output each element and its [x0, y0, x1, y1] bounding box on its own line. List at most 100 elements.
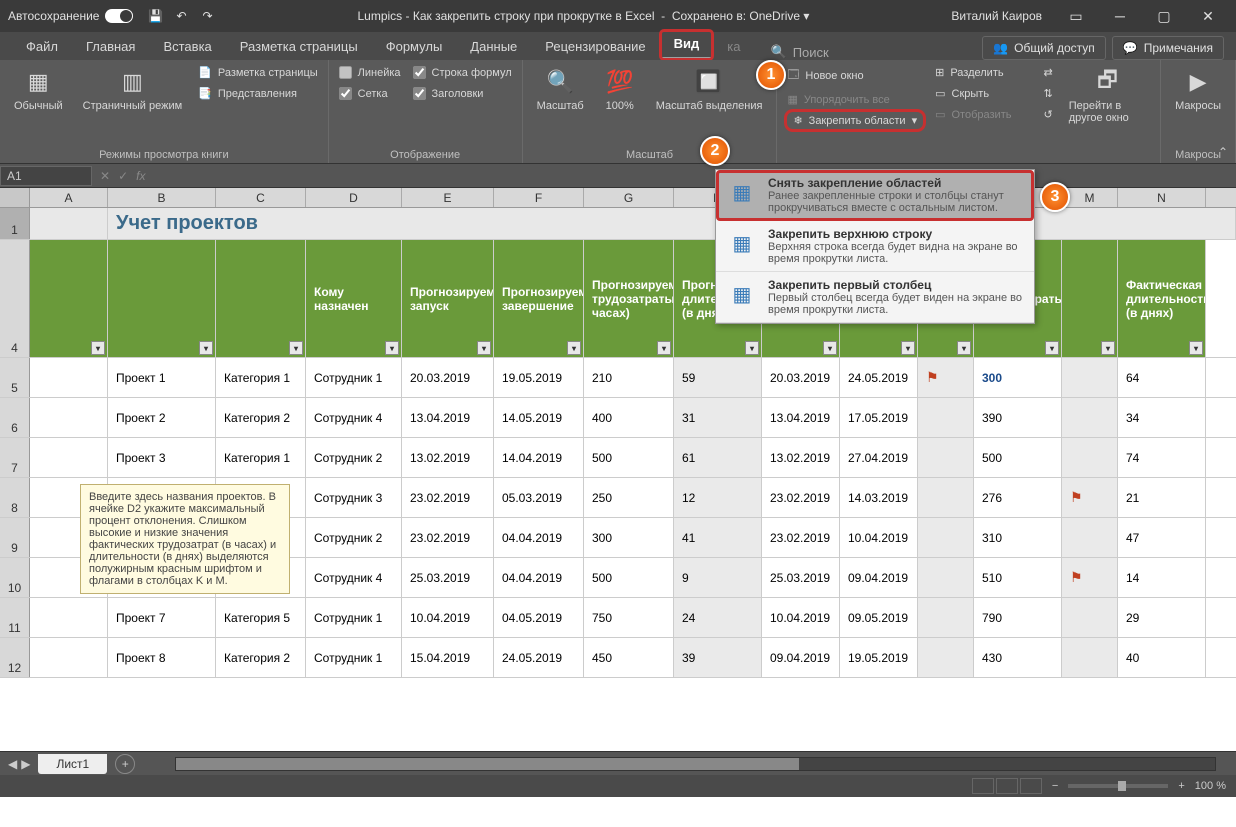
name-box[interactable]: A1	[0, 166, 92, 186]
cell[interactable]: 15.04.2019	[402, 638, 494, 677]
cell[interactable]: 64	[1118, 358, 1206, 397]
sheet-prev-icon[interactable]: ◀	[8, 757, 17, 771]
cell[interactable]: 450	[584, 638, 674, 677]
autosave-toggle[interactable]	[105, 9, 133, 23]
cell[interactable]: 29	[1118, 598, 1206, 637]
cell[interactable]: Проект 3	[108, 438, 216, 477]
cell[interactable]: Сотрудник 1	[306, 638, 402, 677]
horizontal-scrollbar[interactable]	[175, 757, 1216, 771]
cell[interactable]: 10.04.2019	[402, 598, 494, 637]
row-header[interactable]: 5	[0, 358, 30, 397]
cell[interactable]	[1062, 358, 1118, 397]
cell[interactable]: 23.02.2019	[762, 518, 840, 557]
freeze-top-row-item[interactable]: ▦ Закрепить верхнюю строкуВерхняя строка…	[716, 221, 1034, 272]
cell[interactable]: 41	[674, 518, 762, 557]
cell[interactable]: 510	[974, 558, 1062, 597]
cell[interactable]: 750	[584, 598, 674, 637]
row-header[interactable]: 11	[0, 598, 30, 637]
col-header-B[interactable]: B	[108, 188, 216, 207]
cell[interactable]: 13.02.2019	[762, 438, 840, 477]
hide-button[interactable]: ▭ Скрыть	[935, 85, 1011, 102]
cell[interactable]: 09.04.2019	[762, 638, 840, 677]
tab-file[interactable]: Файл	[12, 33, 72, 60]
minimize-icon[interactable]: ─	[1100, 2, 1140, 30]
pagebreak-view-icon[interactable]	[1020, 778, 1042, 794]
comments-button[interactable]: 💬 Примечания	[1112, 36, 1224, 60]
ribbon-display-icon[interactable]: ▭	[1056, 2, 1096, 30]
compare-icon[interactable]: ⇅	[1043, 85, 1052, 102]
arrange-button[interactable]: ▦ Упорядочить все	[787, 91, 923, 108]
tab-data[interactable]: Данные	[456, 33, 531, 60]
filter-icon[interactable]: ▾	[823, 341, 837, 355]
cell[interactable]	[918, 518, 974, 557]
cell[interactable]	[30, 358, 108, 397]
col-header-E[interactable]: E	[402, 188, 494, 207]
reset-pos-icon[interactable]: ↺	[1043, 106, 1052, 123]
save-icon[interactable]: 💾	[147, 8, 163, 24]
cell[interactable]: 14.04.2019	[494, 438, 584, 477]
close-icon[interactable]: ✕	[1188, 2, 1228, 30]
cell[interactable]: 09.05.2019	[840, 598, 918, 637]
cell[interactable]: 59	[674, 358, 762, 397]
cell[interactable]: 31	[674, 398, 762, 437]
cell[interactable]: 10.04.2019	[762, 598, 840, 637]
collapse-ribbon-icon[interactable]: ⌃	[1218, 145, 1228, 159]
cell[interactable]: 24.05.2019	[494, 638, 584, 677]
cell[interactable]: 10.04.2019	[840, 518, 918, 557]
cell[interactable]: 300	[584, 518, 674, 557]
row-header[interactable]: 8	[0, 478, 30, 517]
formula-bar-checkbox[interactable]: Строка формул	[413, 64, 512, 81]
cell[interactable]	[30, 598, 108, 637]
cell[interactable]: 13.04.2019	[762, 398, 840, 437]
cell[interactable]: 24	[674, 598, 762, 637]
cell[interactable]: ⚑	[1062, 558, 1118, 597]
cell[interactable]: Сотрудник 1	[306, 598, 402, 637]
cell[interactable]: 12	[674, 478, 762, 517]
cell[interactable]: Проект 2	[108, 398, 216, 437]
freeze-panes-button[interactable]: ❄ Закрепить области ▾	[787, 112, 923, 129]
cell[interactable]: 9	[674, 558, 762, 597]
cell[interactable]	[918, 598, 974, 637]
cell[interactable]: 25.03.2019	[762, 558, 840, 597]
add-sheet-button[interactable]: +	[115, 754, 135, 774]
cell[interactable]: Категория 5	[216, 598, 306, 637]
cell[interactable]: 13.04.2019	[402, 398, 494, 437]
table-row[interactable]: 7Проект 3Категория 1Сотрудник 213.02.201…	[0, 438, 1236, 478]
cell[interactable]: Сотрудник 3	[306, 478, 402, 517]
sheet-title-cell[interactable]: Учет проектов	[108, 208, 1236, 239]
autosave[interactable]: Автосохранение	[8, 9, 133, 23]
zoom-selection-button[interactable]: 🔲Масштаб выделения	[652, 64, 767, 114]
cell[interactable]: Категория 1	[216, 438, 306, 477]
cell[interactable]: 500	[584, 438, 674, 477]
cell[interactable]: 47	[1118, 518, 1206, 557]
cell[interactable]: Сотрудник 2	[306, 518, 402, 557]
zoom-button[interactable]: 🔍Масштаб	[533, 64, 588, 114]
cell[interactable]: 790	[974, 598, 1062, 637]
tab-review[interactable]: Рецензирование	[531, 33, 659, 60]
cell[interactable]	[918, 558, 974, 597]
table-row[interactable]: 6Проект 2Категория 2Сотрудник 413.04.201…	[0, 398, 1236, 438]
cell[interactable]	[918, 478, 974, 517]
filter-icon[interactable]: ▾	[477, 341, 491, 355]
filter-icon[interactable]: ▾	[1189, 341, 1203, 355]
freeze-first-col-item[interactable]: ▦ Закрепить первый столбецПервый столбец…	[716, 272, 1034, 323]
cell[interactable]: 276	[974, 478, 1062, 517]
tab-home[interactable]: Главная	[72, 33, 149, 60]
filter-icon[interactable]: ▾	[385, 341, 399, 355]
cell[interactable]: 34	[1118, 398, 1206, 437]
gridlines-checkbox[interactable]: Сетка	[339, 85, 401, 102]
cell[interactable]: 390	[974, 398, 1062, 437]
col-header-N[interactable]: N	[1118, 188, 1206, 207]
cell[interactable]	[1062, 518, 1118, 557]
cell[interactable]: 17.05.2019	[840, 398, 918, 437]
cell[interactable]: Категория 2	[216, 638, 306, 677]
cell[interactable]	[918, 438, 974, 477]
cell[interactable]: 04.04.2019	[494, 518, 584, 557]
sync-scroll-icon[interactable]: ⇄	[1043, 64, 1052, 81]
cell[interactable]: 25.03.2019	[402, 558, 494, 597]
spreadsheet-grid[interactable]: A B C D E F G H I J K L M N 1 Учет проек…	[0, 188, 1236, 751]
cell[interactable]: 19.05.2019	[840, 638, 918, 677]
cell[interactable]: 40	[1118, 638, 1206, 677]
search-box[interactable]: 🔍 Поиск	[771, 44, 829, 60]
pagebreak-view-button[interactable]: ▥Страничный режим	[79, 64, 187, 114]
